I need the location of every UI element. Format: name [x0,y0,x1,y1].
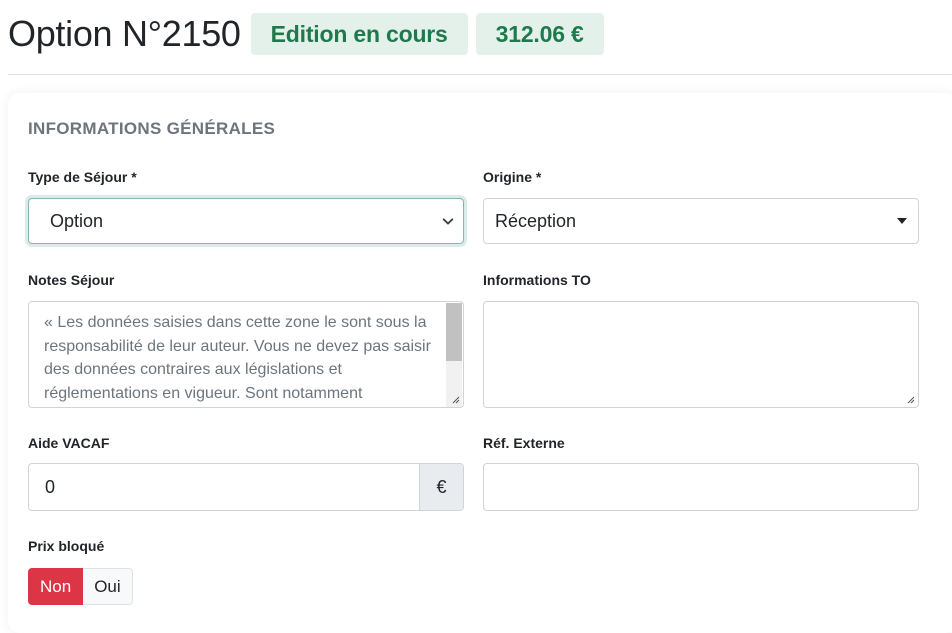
section-title: INFORMATIONS GÉNÉRALES [28,119,276,138]
notes-scrollbar[interactable] [446,303,462,407]
euro-addon: € [419,464,463,510]
prix-bloque-oui-button[interactable]: Oui [83,568,133,605]
notes-sejour-label: Notes Séjour [28,272,115,288]
notes-scroll-thumb[interactable] [446,303,462,361]
page-title: Option N°2150 [8,13,241,54]
type-sejour-label: Type de Séjour * [28,169,137,185]
notes-sejour-placeholder: « Les données saisies dans cette zone le… [44,314,431,402]
status-badge: Edition en cours [250,13,468,55]
aide-vacaf-input[interactable]: 0 € [28,463,464,511]
origine-label: Origine * [483,169,542,185]
notes-sejour-textarea[interactable]: « Les données saisies dans cette zone le… [28,301,464,408]
ref-externe-input[interactable] [483,463,919,511]
type-sejour-select[interactable]: Option [28,198,464,244]
resize-grip-icon[interactable] [452,396,460,404]
page-header: Option N°2150 Edition en cours 312.06 € [8,10,612,58]
prix-bloque-toggle: Non Oui [28,568,133,605]
informations-to-textarea[interactable] [483,301,919,408]
origine-value: Réception [495,211,577,231]
ref-externe-label: Réf. Externe [483,435,565,451]
resize-grip-icon[interactable] [907,396,915,404]
aide-vacaf-value: 0 [45,477,56,497]
origine-select[interactable]: Réception [483,198,919,244]
caret-down-icon [897,218,907,224]
chevron-down-icon [442,218,454,225]
prix-bloque-label: Prix bloqué [28,538,105,554]
informations-to-label: Informations TO [483,272,591,288]
amount-badge: 312.06 € [475,13,604,55]
header-divider [8,74,952,75]
prix-bloque-non-button[interactable]: Non [28,568,84,605]
type-sejour-value: Option [50,211,104,231]
aide-vacaf-label: Aide VACAF [28,435,110,451]
